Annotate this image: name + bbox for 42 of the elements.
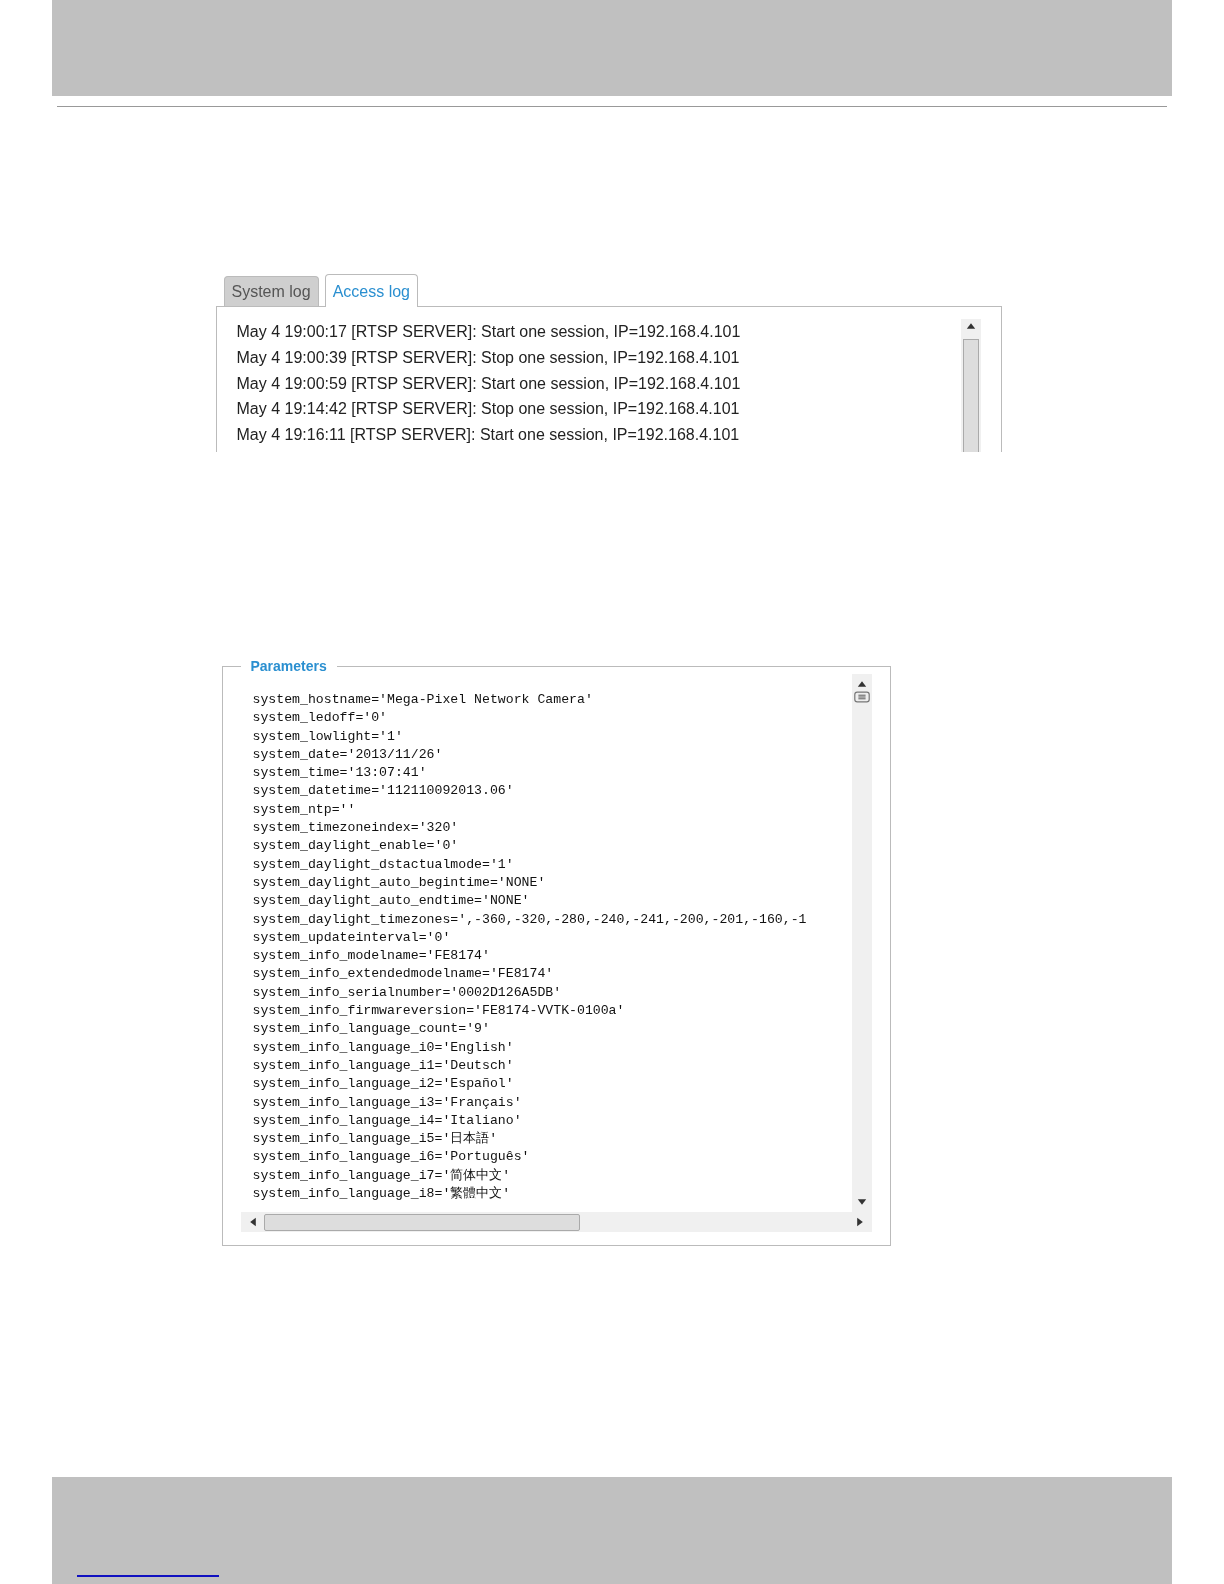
horizontal-scrollbar[interactable] (240, 1212, 872, 1232)
parameter-line: system_info_modelname='FE8174' (252, 947, 491, 966)
log-tab[interactable]: System log (223, 276, 319, 306)
parameter-line: system_info_language_i5='日本語' (252, 1130, 499, 1149)
parameter-line: system_info_language_i7='简体中文' (252, 1166, 512, 1185)
scrollbar-grip-icon[interactable] (852, 691, 871, 703)
vertical-scrollbar[interactable] (851, 674, 872, 1212)
parameter-line: system_info_language_i8='繁體中文' (252, 1185, 512, 1203)
parameter-line: system_info_serialnumber='0002D126A5DB' (252, 983, 563, 1002)
log-entry: May 4 19:16:11 [RTSP SERVER]: Start one session, IP=192.168.4.101 (236, 425, 741, 446)
parameter-line: system_time='13:07:41' (252, 764, 428, 783)
parameter-line: system_info_language_i4='Italiano' (252, 1111, 523, 1130)
parameter-line: system_daylight_dstactualmode='1' (252, 855, 515, 874)
log-entry: May 4 19:00:39 [RTSP SERVER]: Stop one session, IP=192.168.4.101 (236, 347, 741, 368)
parameter-line: system_ntp='' (252, 800, 357, 819)
parameter-line: system_info_language_i6='Português' (252, 1148, 531, 1167)
parameter-line: system_daylight_enable='0' (252, 837, 460, 856)
scrollbar-thumb[interactable] (962, 339, 979, 452)
parameter-line: system_info_firmwareversion='FE8174-VVTK-0100a' (252, 1002, 626, 1021)
parameter-line: system_info_language_i1='Deutsch' (252, 1056, 515, 1075)
parameter-line: system_info_extendedmodelname='FE8174' (252, 965, 555, 984)
parameter-line: system_ledoff='0' (252, 709, 389, 728)
log-entry: May 4 19:00:59 [RTSP SERVER]: Start one session, IP=192.168.4.101 (236, 373, 742, 394)
parameter-line: system_updateinterval='0' (252, 928, 452, 947)
parameter-line: system_timezoneindex='320' (252, 819, 460, 838)
parameter-line: system_info_language_i0='English' (252, 1038, 515, 1057)
parameter-line: system_datetime='112110092013.06' (252, 782, 515, 801)
parameters-title: Parameters (249, 658, 328, 674)
parameter-line: system_info_language_count='9' (252, 1020, 491, 1039)
vertical-scrollbar[interactable] (960, 319, 981, 452)
log-entry: May 4 19:00:17 [RTSP SERVER]: Start one session, IP=192.168.4.101 (236, 322, 742, 342)
log-tab[interactable]: Access log (324, 274, 418, 307)
scrollbar-thumb[interactable] (263, 1213, 580, 1231)
parameter-line: system_lowlight='1' (252, 727, 404, 746)
parameter-line: system_info_language_i2='Español' (252, 1075, 515, 1094)
parameter-line: system_info_language_i3='Français' (252, 1093, 523, 1112)
log-entry: May 4 19:14:42 [RTSP SERVER]: Stop one session, IP=192.168.4.101 (236, 399, 741, 420)
parameter-line: system_hostname='Mega-Pixel Network Camera' (252, 691, 594, 709)
parameter-line: system_date='2013/11/26' (252, 745, 444, 764)
parameter-line: system_daylight_timezones=',-360,-320,-280,-240,-241,-200,-201,-160,-1 (252, 910, 808, 929)
parameter-line: system_daylight_auto_begintime='NONE' (252, 873, 547, 892)
parameter-line: system_daylight_auto_endtime='NONE' (252, 892, 531, 911)
